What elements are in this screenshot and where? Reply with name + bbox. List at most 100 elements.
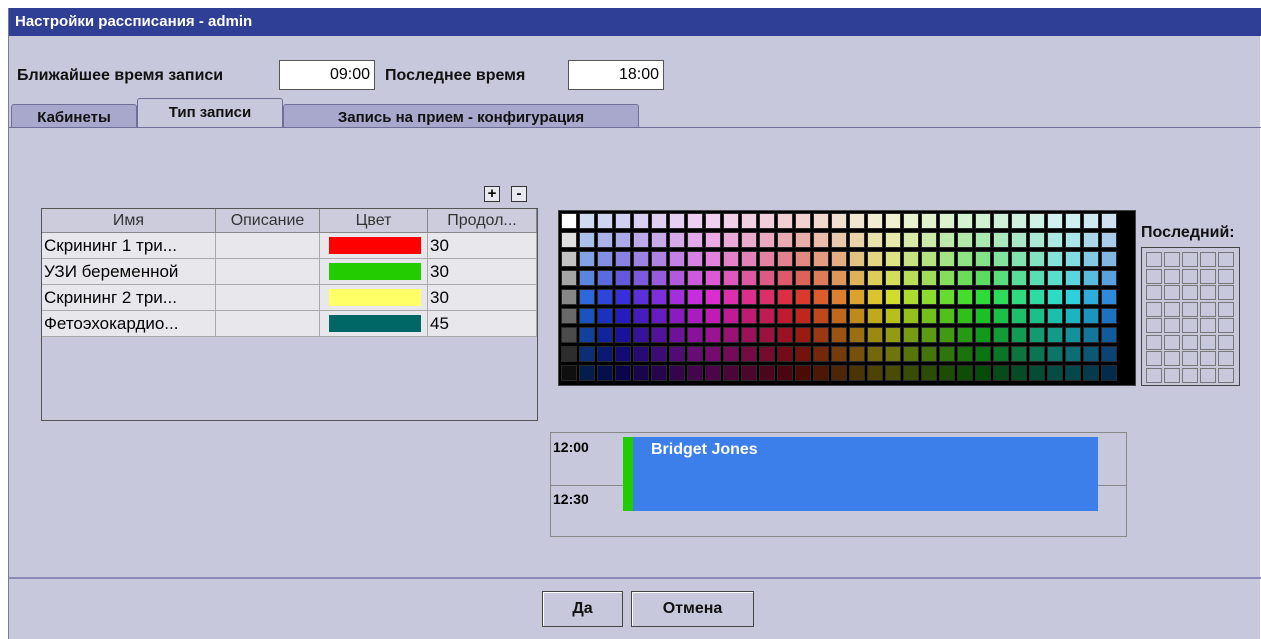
palette-swatch[interactable] (795, 308, 811, 324)
palette-swatch[interactable] (1065, 270, 1081, 286)
palette-swatch[interactable] (633, 308, 649, 324)
palette-swatch[interactable] (723, 232, 739, 248)
palette-swatch[interactable] (741, 365, 757, 381)
palette-swatch[interactable] (579, 327, 595, 343)
palette-swatch[interactable] (1029, 289, 1045, 305)
palette-swatch[interactable] (1011, 308, 1027, 324)
palette-swatch[interactable] (867, 308, 883, 324)
palette-swatch[interactable] (597, 308, 613, 324)
recent-color-slot[interactable] (1146, 301, 1162, 317)
palette-swatch[interactable] (687, 346, 703, 362)
palette-swatch[interactable] (867, 365, 883, 381)
palette-swatch[interactable] (813, 251, 829, 267)
palette-swatch[interactable] (741, 213, 757, 229)
palette-swatch[interactable] (867, 232, 883, 248)
palette-swatch[interactable] (651, 308, 667, 324)
palette-swatch[interactable] (903, 327, 919, 343)
palette-swatch[interactable] (1029, 327, 1045, 343)
cell-name[interactable]: Фетоэхокардио... (42, 311, 216, 337)
palette-swatch[interactable] (939, 365, 955, 381)
palette-swatch[interactable] (1047, 213, 1063, 229)
palette-swatch[interactable] (975, 289, 991, 305)
palette-swatch[interactable] (759, 289, 775, 305)
palette-swatch[interactable] (759, 327, 775, 343)
cell-duration[interactable]: 30 (428, 233, 537, 259)
palette-swatch[interactable] (723, 365, 739, 381)
palette-swatch[interactable] (687, 213, 703, 229)
palette-swatch[interactable] (777, 327, 793, 343)
palette-swatch[interactable] (687, 270, 703, 286)
palette-swatch[interactable] (813, 308, 829, 324)
palette-swatch[interactable] (705, 365, 721, 381)
palette-swatch[interactable] (633, 232, 649, 248)
table-row[interactable]: Фетоэхокардио... 45 (42, 311, 537, 337)
column-header-duration[interactable]: Продол... (428, 209, 537, 233)
recent-color-slot[interactable] (1164, 351, 1180, 366)
palette-swatch[interactable] (1011, 213, 1027, 229)
palette-swatch[interactable] (597, 346, 613, 362)
recent-color-slot[interactable] (1218, 351, 1234, 366)
palette-swatch[interactable] (1083, 327, 1099, 343)
palette-swatch[interactable] (651, 289, 667, 305)
palette-swatch[interactable] (1011, 270, 1027, 286)
palette-swatch[interactable] (561, 346, 577, 362)
palette-swatch[interactable] (975, 365, 991, 381)
cell-color[interactable] (320, 311, 428, 337)
tab-booking-config[interactable]: Запись на прием - конфигурация (283, 104, 639, 128)
palette-swatch[interactable] (849, 308, 865, 324)
palette-swatch[interactable] (849, 251, 865, 267)
palette-swatch[interactable] (669, 365, 685, 381)
palette-swatch[interactable] (1029, 346, 1045, 362)
palette-swatch[interactable] (993, 365, 1009, 381)
table-row[interactable]: Скрининг 2 три... 30 (42, 285, 537, 311)
palette-swatch[interactable] (1011, 289, 1027, 305)
palette-swatch[interactable] (831, 365, 847, 381)
palette-swatch[interactable] (993, 327, 1009, 343)
palette-swatch[interactable] (795, 289, 811, 305)
palette-swatch[interactable] (633, 365, 649, 381)
palette-swatch[interactable] (1011, 232, 1027, 248)
palette-swatch[interactable] (957, 327, 973, 343)
palette-swatch[interactable] (759, 251, 775, 267)
palette-swatch[interactable] (867, 270, 883, 286)
palette-swatch[interactable] (795, 232, 811, 248)
palette-swatch[interactable] (939, 346, 955, 362)
palette-swatch[interactable] (759, 232, 775, 248)
palette-swatch[interactable] (867, 213, 883, 229)
palette-swatch[interactable] (993, 251, 1009, 267)
palette-swatch[interactable] (939, 289, 955, 305)
cell-name[interactable]: УЗИ беременной (42, 259, 216, 285)
palette-swatch[interactable] (1011, 365, 1027, 381)
palette-swatch[interactable] (885, 327, 901, 343)
palette-swatch[interactable] (579, 365, 595, 381)
remove-row-button[interactable]: - (511, 186, 527, 202)
palette-swatch[interactable] (1101, 365, 1117, 381)
recent-color-slot[interactable] (1164, 367, 1180, 383)
palette-swatch[interactable] (957, 308, 973, 324)
palette-swatch[interactable] (903, 346, 919, 362)
recent-color-slot[interactable] (1182, 285, 1198, 300)
palette-swatch[interactable] (1065, 365, 1081, 381)
palette-swatch[interactable] (1065, 289, 1081, 305)
palette-swatch[interactable] (777, 308, 793, 324)
palette-swatch[interactable] (993, 270, 1009, 286)
cell-description[interactable] (216, 259, 320, 285)
palette-swatch[interactable] (759, 270, 775, 286)
palette-swatch[interactable] (939, 232, 955, 248)
palette-swatch[interactable] (561, 213, 577, 229)
palette-swatch[interactable] (597, 270, 613, 286)
palette-swatch[interactable] (1047, 327, 1063, 343)
palette-swatch[interactable] (867, 251, 883, 267)
palette-swatch[interactable] (597, 213, 613, 229)
palette-swatch[interactable] (579, 251, 595, 267)
recent-color-slot[interactable] (1146, 252, 1162, 267)
palette-swatch[interactable] (957, 232, 973, 248)
column-header-color[interactable]: Цвет (320, 209, 428, 233)
palette-swatch[interactable] (957, 289, 973, 305)
palette-swatch[interactable] (867, 327, 883, 343)
palette-swatch[interactable] (777, 289, 793, 305)
palette-swatch[interactable] (867, 289, 883, 305)
palette-swatch[interactable] (669, 346, 685, 362)
palette-swatch[interactable] (921, 289, 937, 305)
palette-swatch[interactable] (741, 327, 757, 343)
